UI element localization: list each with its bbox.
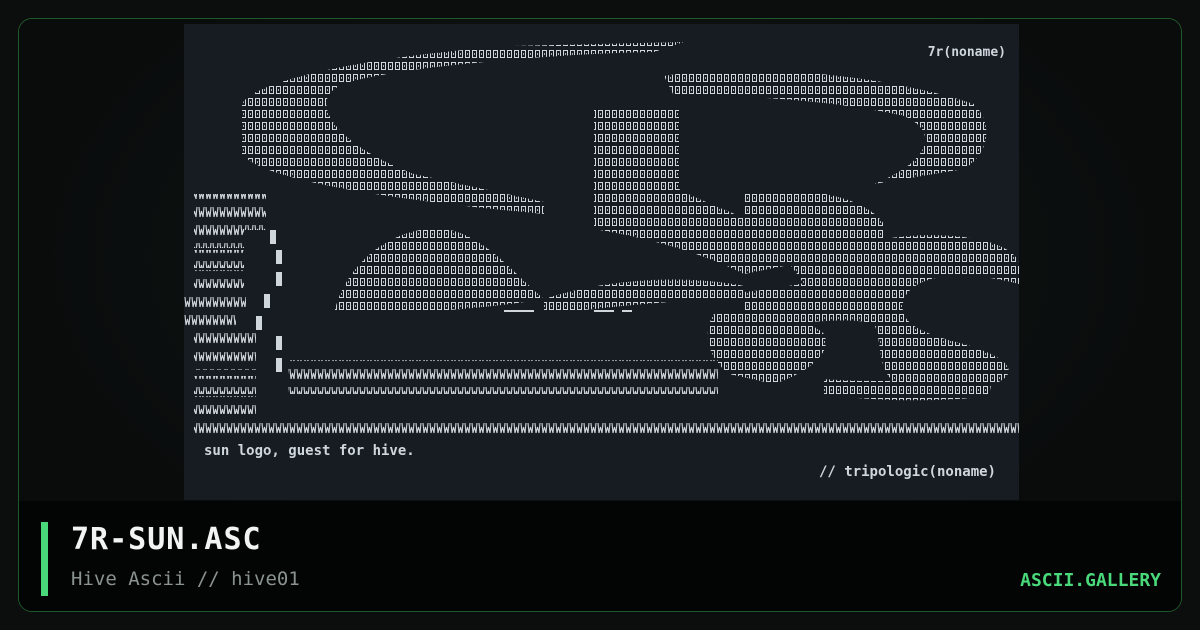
share-card: 7r(noname) sun logo, guest for hive. // …	[18, 18, 1182, 612]
sun-center-shape	[594, 106, 884, 284]
art-signature-bottom: // tripologic(noname)	[819, 464, 996, 480]
card-footer: 7R-SUN.ASC Hive Ascii // hive01 ASCII.GA…	[19, 501, 1181, 611]
ascii-art-image: 7r(noname) sun logo, guest for hive. // …	[184, 42, 1019, 480]
art-caption: sun logo, guest for hive.	[204, 443, 415, 459]
art-signature-top: 7r(noname)	[928, 45, 1006, 60]
site-brand[interactable]: ASCII.GALLERY	[1020, 570, 1161, 591]
accent-bar	[41, 522, 48, 596]
w-column-shape	[184, 194, 282, 414]
artwork-subtitle: Hive Ascii // hive01	[71, 568, 300, 590]
ascii-art-panel: 7r(noname) sun logo, guest for hive. // …	[184, 24, 1019, 500]
artwork-title: 7R-SUN.ASC	[71, 522, 262, 557]
